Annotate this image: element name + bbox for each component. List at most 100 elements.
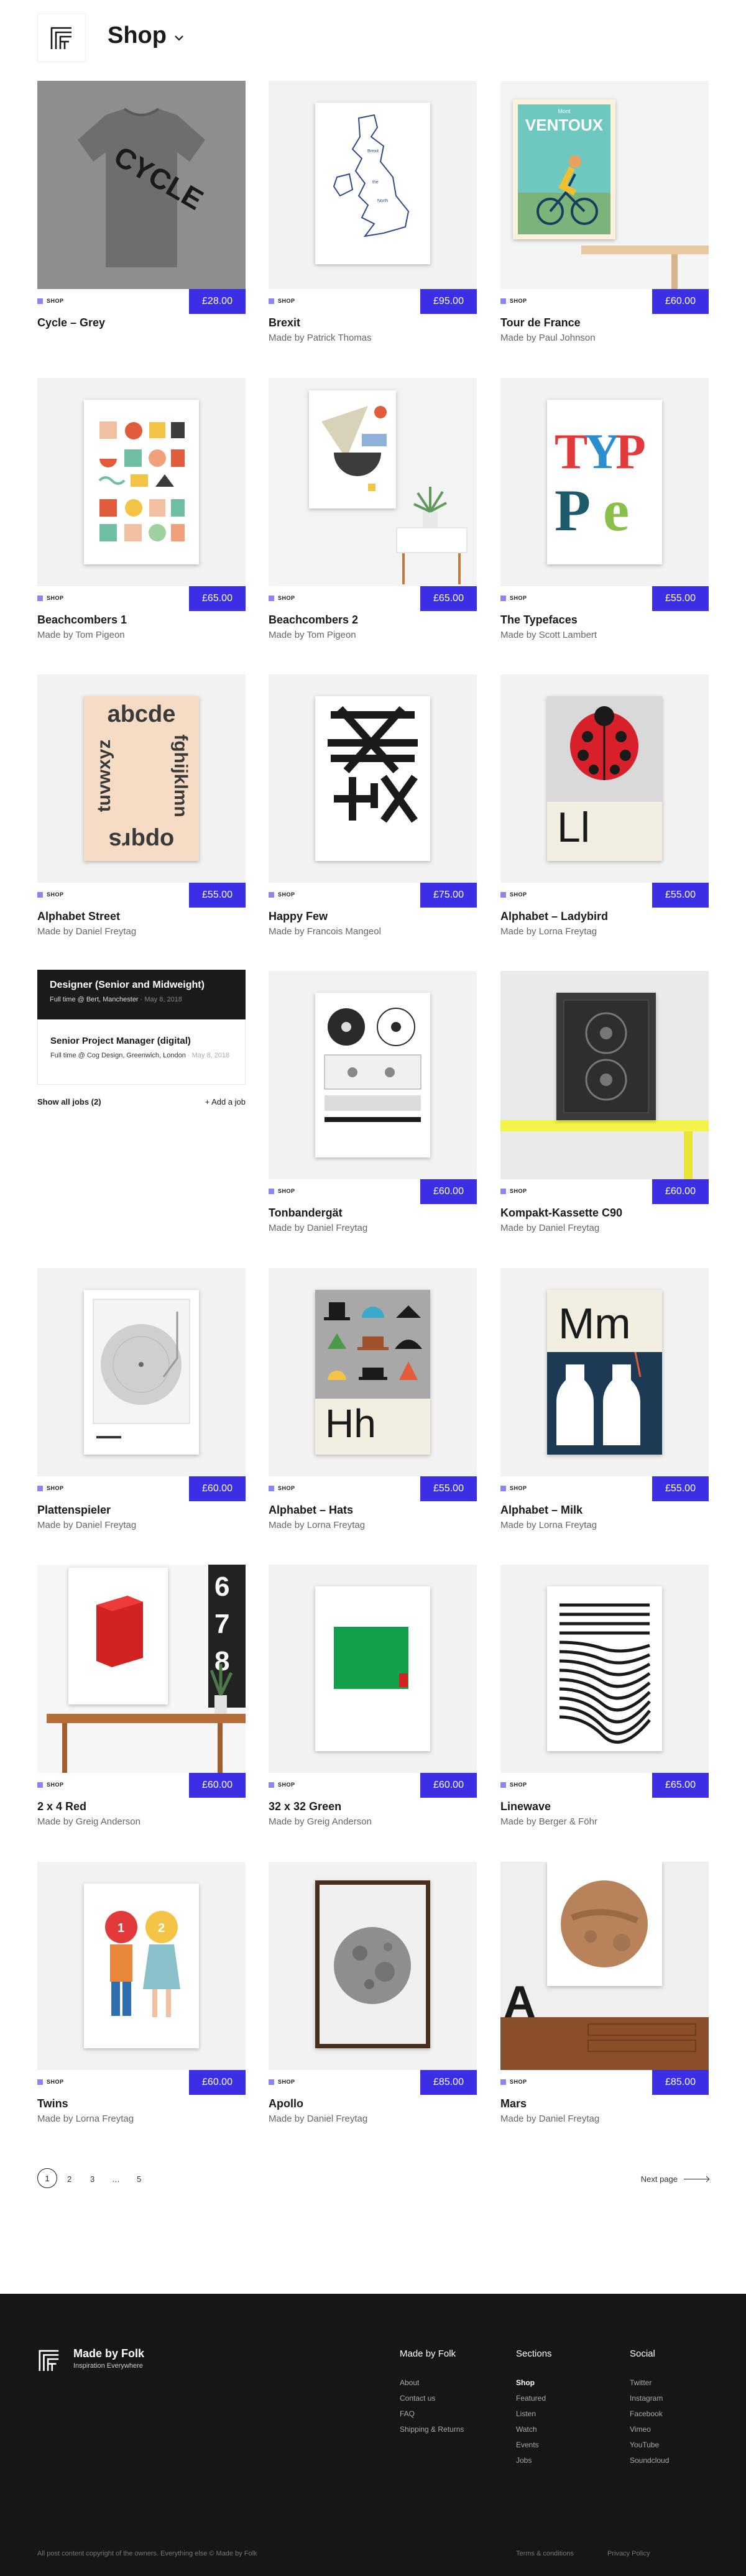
product-card[interactable]: SHOP £60.00 — [500, 971, 709, 1205]
product-maker[interactable]: Made by Daniel Freytag — [37, 925, 136, 939]
footer-link-shipping[interactable]: Shipping & Returns — [400, 2422, 464, 2437]
price-badge[interactable]: £65.00 — [420, 586, 477, 611]
show-all-jobs-link[interactable]: Show all jobs (2) — [37, 1097, 101, 1106]
product-card[interactable]: SHOP £60.00 — [37, 1268, 246, 1502]
product-title[interactable]: Alphabet Street — [37, 909, 136, 923]
category-tag[interactable]: SHOP — [269, 1485, 295, 1491]
product-card[interactable]: Ll SHOP £55.00 — [500, 674, 709, 909]
product-maker[interactable]: Made by Lorna Freytag — [500, 1519, 597, 1532]
product-image[interactable] — [269, 1565, 477, 1773]
category-tag[interactable]: SHOP — [269, 1188, 295, 1194]
product-title[interactable]: 2 x 4 Red — [37, 1800, 140, 1813]
product-image[interactable]: Brexit the North — [269, 81, 477, 289]
footer-link-about[interactable]: About — [400, 2375, 464, 2391]
product-image[interactable]: A — [500, 1862, 709, 2070]
product-card[interactable]: SHOP £65.00 — [37, 378, 246, 612]
product-image[interactable]: Mont VENTOUX — [500, 81, 709, 289]
product-image[interactable]: abcde fghijklmn opqrs tuvwxyz — [37, 674, 246, 883]
product-title[interactable]: Twins — [37, 2097, 134, 2110]
price-badge[interactable]: £75.00 — [420, 883, 477, 908]
product-card[interactable]: SHOP £65.00 — [500, 1565, 709, 1799]
product-maker[interactable]: Made by Lorna Freytag — [37, 2112, 134, 2126]
product-image[interactable] — [37, 378, 246, 586]
product-maker[interactable]: Made by Greig Anderson — [269, 1815, 372, 1829]
product-title[interactable]: Cycle – Grey — [37, 316, 105, 329]
category-tag[interactable]: SHOP — [500, 2079, 527, 2085]
product-maker[interactable]: Made by Tom Pigeon — [269, 628, 358, 642]
add-job-link[interactable]: + Add a job — [205, 1097, 246, 1106]
job-listing[interactable]: Designer (Senior and Midweight) Full tim… — [37, 970, 246, 1019]
job-title[interactable]: Designer (Senior and Midweight) — [50, 980, 233, 991]
product-image[interactable]: 678 — [37, 1565, 246, 1773]
footer-logo[interactable] — [37, 2348, 61, 2375]
product-card[interactable]: 1 2 SHOP £60.00 — [37, 1862, 246, 2096]
price-badge[interactable]: £60.00 — [652, 1179, 709, 1204]
product-title[interactable]: Kompakt-Kassette C90 — [500, 1206, 622, 1220]
category-tag[interactable]: SHOP — [269, 595, 295, 601]
product-title[interactable]: Alphabet – Milk — [500, 1503, 597, 1517]
product-maker[interactable]: Made by Daniel Freytag — [500, 1221, 622, 1235]
product-title[interactable]: Beachcombers 1 — [37, 613, 127, 627]
category-tag[interactable]: SHOP — [269, 298, 295, 304]
price-badge[interactable]: £85.00 — [420, 2070, 477, 2095]
footer-link-instagram[interactable]: Instagram — [630, 2391, 669, 2406]
category-tag[interactable]: SHOP — [37, 298, 64, 304]
footer-link-watch[interactable]: Watch — [516, 2422, 552, 2437]
product-image[interactable] — [269, 378, 477, 586]
page-link-current[interactable]: 1 — [37, 2168, 57, 2188]
product-title[interactable]: Alphabet – Ladybird — [500, 909, 608, 923]
category-tag[interactable]: SHOP — [500, 595, 527, 601]
product-maker[interactable]: Made by Daniel Freytag — [269, 2112, 367, 2126]
price-badge[interactable]: £55.00 — [652, 883, 709, 908]
logo[interactable] — [37, 14, 86, 62]
product-title[interactable]: 32 x 32 Green — [269, 1800, 372, 1813]
price-badge[interactable]: £95.00 — [420, 289, 477, 314]
terms-link[interactable]: Terms & conditions — [516, 2550, 574, 2557]
category-tag[interactable]: SHOP — [500, 298, 527, 304]
footer-link-events[interactable]: Events — [516, 2437, 552, 2453]
product-card[interactable]: A SHOP £85.00 — [500, 1862, 709, 2096]
product-image[interactable] — [269, 1862, 477, 2070]
category-tag[interactable]: SHOP — [37, 1485, 64, 1491]
category-tag[interactable]: SHOP — [269, 1782, 295, 1788]
product-title[interactable]: Happy Few — [269, 909, 381, 923]
category-tag[interactable]: SHOP — [500, 1485, 527, 1491]
price-badge[interactable]: £65.00 — [652, 1773, 709, 1798]
price-badge[interactable]: £60.00 — [420, 1179, 477, 1204]
product-title[interactable]: Brexit — [269, 316, 372, 329]
product-card[interactable]: Hh SHOP £55.00 — [269, 1268, 477, 1502]
page-link[interactable]: 2 — [67, 2174, 71, 2184]
product-maker[interactable]: Made by Tom Pigeon — [37, 628, 127, 642]
footer-link-jobs[interactable]: Jobs — [516, 2453, 552, 2468]
footer-link-youtube[interactable]: YouTube — [630, 2437, 669, 2453]
price-badge[interactable]: £28.00 — [189, 289, 246, 314]
product-card[interactable]: T Y P P e SHOP £55.00 — [500, 378, 709, 612]
product-title[interactable]: Plattenspieler — [37, 1503, 136, 1517]
product-image[interactable]: Ll — [500, 674, 709, 883]
footer-brand[interactable]: Made by Folk — [73, 2347, 144, 2360]
category-tag[interactable]: SHOP — [500, 1188, 527, 1194]
footer-link-featured[interactable]: Featured — [516, 2391, 552, 2406]
product-image[interactable]: Mm — [500, 1268, 709, 1476]
product-maker[interactable]: Made by Paul Johnson — [500, 331, 596, 345]
footer-link-shop[interactable]: Shop — [516, 2375, 552, 2391]
job-title[interactable]: Senior Project Manager (digital) — [50, 1036, 233, 1046]
product-card[interactable]: SHOP £85.00 — [269, 1862, 477, 2096]
product-title[interactable]: The Typefaces — [500, 613, 597, 627]
price-badge[interactable]: £55.00 — [420, 1476, 477, 1501]
product-image[interactable] — [269, 971, 477, 1179]
product-image[interactable]: CYCLE — [37, 81, 246, 289]
product-image[interactable] — [500, 971, 709, 1179]
footer-link-soundcloud[interactable]: Soundcloud — [630, 2453, 669, 2468]
product-image[interactable] — [500, 1565, 709, 1773]
product-maker[interactable]: Made by Scott Lambert — [500, 628, 597, 642]
product-title[interactable]: Alphabet – Hats — [269, 1503, 365, 1517]
footer-link-faq[interactable]: FAQ — [400, 2406, 464, 2422]
page-link[interactable]: 5 — [137, 2174, 141, 2184]
product-maker[interactable]: Made by Daniel Freytag — [269, 1221, 367, 1235]
price-badge[interactable]: £60.00 — [189, 1476, 246, 1501]
product-maker[interactable]: Made by Patrick Thomas — [269, 331, 372, 345]
price-badge[interactable]: £55.00 — [652, 1476, 709, 1501]
product-image[interactable] — [269, 674, 477, 883]
category-tag[interactable]: SHOP — [37, 595, 64, 601]
